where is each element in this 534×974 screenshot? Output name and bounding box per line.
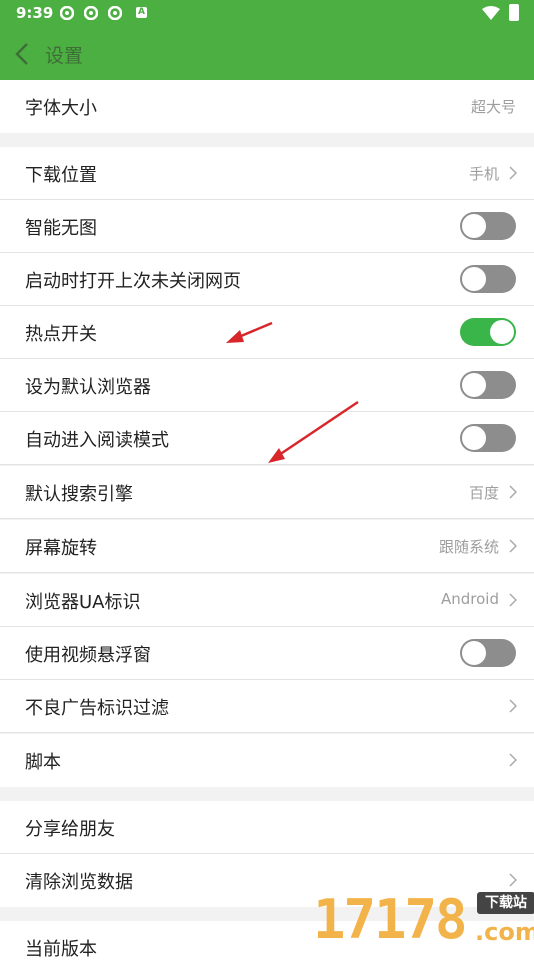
chevron-right-icon — [509, 873, 517, 887]
app-header: 9:39 A 设置 — [0, 0, 534, 80]
settings-row-share[interactable]: 分享给朋友 — [0, 801, 534, 854]
chevron-right-icon — [509, 593, 517, 607]
row-label: 热点开关 — [25, 324, 97, 345]
divider — [0, 518, 534, 519]
settings-row-reading-mode[interactable]: 自动进入阅读模式 — [0, 412, 534, 465]
settings-row-smart-no-image[interactable]: 智能无图 — [0, 200, 534, 253]
status-bar: 9:39 A — [0, 0, 534, 28]
divider — [0, 732, 534, 733]
back-arrow-icon[interactable] — [14, 42, 30, 66]
settings-row-restore-tabs[interactable]: 启动时打开上次未关闭网页 — [0, 253, 534, 306]
toggle-knob — [462, 426, 486, 450]
toolbar: 设置 — [0, 28, 534, 80]
row-label: 浏览器UA标识 — [25, 592, 141, 613]
settings-row-default-browser[interactable]: 设为默认浏览器 — [0, 359, 534, 412]
row-value: Android — [441, 590, 499, 608]
chevron-right-icon — [509, 699, 517, 713]
row-label: 当前版本 — [25, 939, 97, 960]
toggle-knob — [490, 320, 514, 344]
toggle-switch[interactable] — [460, 639, 516, 667]
toggle-switch[interactable] — [460, 424, 516, 452]
row-label: 下载位置 — [25, 165, 97, 186]
row-label: 不良广告标识过滤 — [25, 698, 169, 719]
settings-row-user-agent[interactable]: 浏览器UA标识 Android — [0, 574, 534, 627]
divider — [0, 464, 534, 465]
settings-row-screen-rotation[interactable]: 屏幕旋转 跟随系统 — [0, 520, 534, 573]
chevron-right-icon — [509, 753, 517, 767]
settings-row-floating-video[interactable]: 使用视频悬浮窗 — [0, 627, 534, 680]
settings-row-script[interactable]: 脚本 — [0, 734, 534, 787]
row-label: 自动进入阅读模式 — [25, 430, 169, 451]
row-label: 分享给朋友 — [25, 819, 115, 840]
row-label: 字体大小 — [25, 98, 97, 119]
row-label: 启动时打开上次未关闭网页 — [25, 271, 241, 292]
settings-row-hotspot[interactable]: 热点开关 — [0, 306, 534, 359]
watermark-logo: 17178 — [313, 888, 468, 951]
toggle-knob — [462, 214, 486, 238]
row-label: 屏幕旋转 — [25, 538, 97, 559]
row-label: 默认搜索引擎 — [25, 484, 133, 505]
row-label: 设为默认浏览器 — [25, 377, 151, 398]
settings-row-search-engine[interactable]: 默认搜索引擎 百度 — [0, 466, 534, 519]
wifi-icon — [482, 6, 500, 20]
toggle-switch[interactable] — [460, 371, 516, 399]
chevron-right-icon — [509, 485, 517, 499]
toggle-knob — [462, 641, 486, 665]
toggle-switch[interactable] — [460, 265, 516, 293]
row-value: 手机 — [468, 165, 499, 183]
notification-icon — [60, 6, 74, 20]
toggle-switch[interactable] — [460, 318, 516, 346]
site-watermark: 17178 下载站 .com — [305, 888, 534, 951]
notification-icon — [108, 6, 122, 20]
row-label: 使用视频悬浮窗 — [25, 645, 151, 666]
row-label: 清除浏览数据 — [25, 872, 133, 893]
chevron-right-icon — [509, 539, 517, 553]
divider — [0, 572, 534, 573]
battery-icon — [509, 4, 519, 21]
toggle-switch[interactable] — [460, 212, 516, 240]
settings-row-font-size[interactable]: 字体大小 超大号 — [0, 80, 534, 133]
row-label: 脚本 — [25, 752, 61, 773]
status-time: 9:39 — [16, 4, 54, 22]
row-value: 百度 — [468, 484, 499, 502]
row-value: 跟随系统 — [438, 538, 499, 556]
chevron-right-icon — [509, 166, 517, 180]
notification-icon — [84, 6, 98, 20]
settings-row-ad-filter[interactable]: 不良广告标识过滤 — [0, 680, 534, 733]
toggle-knob — [462, 267, 486, 291]
row-value: 超大号 — [470, 98, 516, 116]
settings-row-download-location[interactable]: 下载位置 手机 — [0, 147, 534, 200]
notification-a-icon: A — [136, 7, 147, 18]
page-title: 设置 — [45, 45, 84, 67]
toggle-knob — [462, 373, 486, 397]
watermark-domain: .com — [475, 918, 534, 946]
row-label: 智能无图 — [25, 218, 97, 239]
watermark-badge: 下载站 — [477, 892, 534, 914]
